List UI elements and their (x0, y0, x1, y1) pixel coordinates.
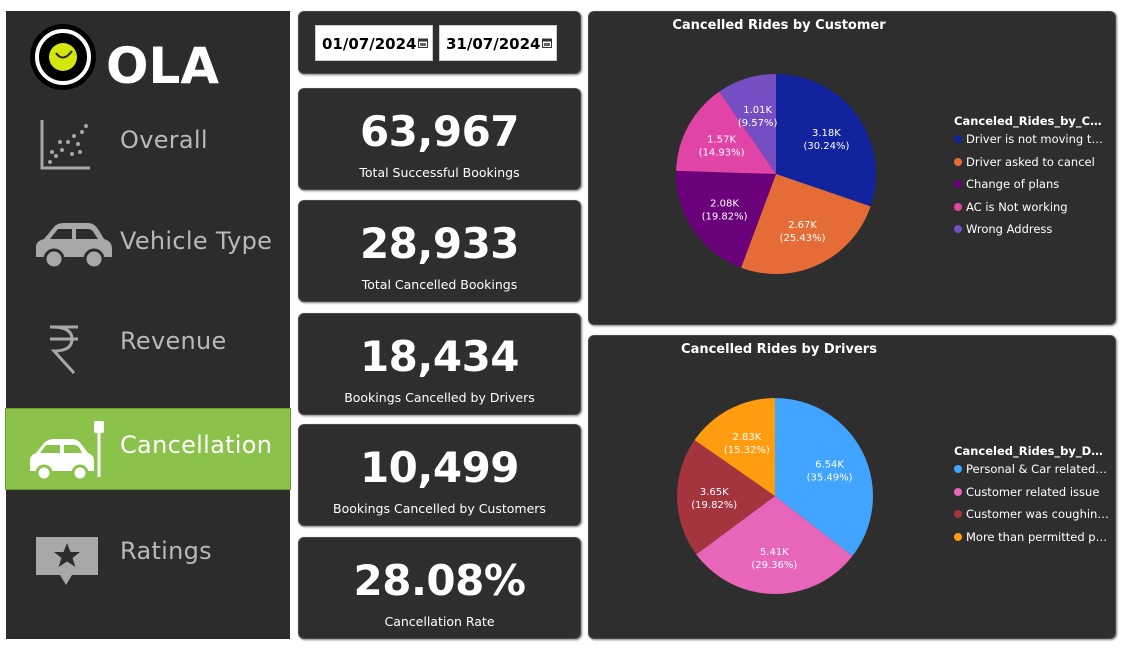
slice-percent-label: (19.82%) (702, 212, 748, 223)
kpi-label: Total Cancelled Bookings (361, 277, 518, 292)
chart-legend: Canceled_Rides_by_Custo... Driver is not… (954, 114, 1109, 241)
ola-logo: OLA (30, 24, 219, 93)
legend-label: More than permitted pe... (966, 529, 1109, 544)
car-icon (36, 223, 112, 270)
legend-item[interactable]: More than permitted pe... (954, 526, 1109, 549)
legend-label: AC is Not working (966, 199, 1068, 214)
slice-value-label: 6.54K (815, 459, 844, 470)
slice-value-label: 2.83K (732, 432, 761, 443)
legend-label: Customer was coughing... (966, 507, 1109, 521)
calendar-icon[interactable] (542, 38, 552, 48)
legend-swatch (954, 465, 962, 473)
legend-label: Customer related issue (966, 484, 1100, 499)
legend-label: Personal & Car related i... (966, 462, 1109, 476)
chart-cancelled-by-customer: Cancelled Rides by Customer 3.18K (30.24%… (588, 11, 1116, 325)
slice-percent-label: (19.82%) (691, 500, 737, 511)
kpi-label: Bookings Cancelled by Drivers (344, 390, 535, 405)
kpi-value: 18,434 (359, 332, 520, 381)
legend-label: Change of plans (966, 177, 1060, 191)
sidebar-item-cancellation[interactable]: Cancellation (5, 408, 291, 490)
star-rating-icon (36, 537, 98, 585)
legend-swatch (954, 180, 962, 188)
kpi-card-cancellation-rate: 28.08% Cancellation Rate (298, 537, 581, 639)
chart-legend: Canceled_Rides_by_Driver Personal & Car … (954, 444, 1109, 548)
kpi-card-cancelled-by-customers: 10,499 Bookings Cancelled by Customers (298, 424, 581, 526)
legend-label: Driver is not moving to... (966, 132, 1109, 146)
legend-title: Canceled_Rides_by_Custo... (954, 114, 1104, 128)
kpi-card-successful-bookings: 63,967 Total Successful Bookings (298, 88, 581, 190)
legend-item[interactable]: Driver is not moving to... (954, 128, 1109, 151)
sidebar-item-label: Cancellation (120, 431, 273, 459)
legend-swatch (954, 135, 962, 143)
legend-swatch (954, 487, 962, 496)
slice-value-label: 5.41K (760, 547, 789, 558)
end-date-input[interactable]: 31/07/2024 (439, 25, 557, 61)
slice-percent-label: (9.57%) (738, 118, 778, 129)
sidebar-item-label: Ratings (120, 537, 212, 565)
legend-item[interactable]: Customer related issue (954, 481, 1109, 504)
legend-title: Canceled_Rides_by_Driver (954, 444, 1104, 458)
slice-percent-label: (30.24%) (803, 141, 849, 152)
legend-item[interactable]: Driver asked to cancel (954, 151, 1109, 174)
legend-item[interactable]: AC is Not working (954, 196, 1109, 219)
legend-item[interactable]: Wrong Address (954, 218, 1109, 241)
sidebar-item-label: Overall (120, 126, 208, 154)
slice-percent-label: (25.43%) (780, 233, 826, 244)
legend-swatch (954, 157, 962, 166)
legend-item[interactable]: Change of plans (954, 173, 1109, 196)
kpi-value: 63,967 (359, 107, 520, 156)
slice-value-label: 2.67K (788, 220, 817, 231)
sidebar-item-label: Vehicle Type (120, 227, 273, 255)
sidebar: OLA Overall Vehicle Type Revenue Cancell… (5, 11, 291, 639)
chart-cancelled-by-drivers: Cancelled Rides by Drivers 6.54K (35.49%)… (588, 335, 1116, 639)
sidebar-item-overall[interactable]: Overall (6, 104, 290, 184)
slice-value-label: 2.08K (710, 199, 739, 210)
brand-name: OLA (106, 37, 219, 93)
slice-percent-label: (15.32%) (724, 445, 770, 456)
slice-value-label: 1.01K (743, 105, 772, 116)
rupee-icon (50, 325, 78, 375)
slice-percent-label: (29.36%) (751, 560, 797, 571)
kpi-value: 10,499 (359, 443, 520, 492)
sidebar-item-ratings[interactable]: Ratings (6, 515, 290, 595)
legend-swatch (954, 510, 962, 518)
sidebar-item-vehicle-type[interactable]: Vehicle Type (6, 205, 290, 285)
kpi-label: Total Successful Bookings (359, 165, 520, 180)
end-date-value: 31/07/2024 (446, 35, 541, 53)
sidebar-item-label: Revenue (120, 327, 227, 355)
kpi-card-cancelled-bookings: 28,933 Total Cancelled Bookings (298, 200, 581, 302)
car-cancellation-icon (30, 421, 104, 481)
legend-item[interactable]: Personal & Car related i... (954, 458, 1109, 481)
legend-label: Wrong Address (966, 222, 1053, 236)
legend-swatch (954, 202, 962, 211)
slice-value-label: 1.57K (707, 134, 736, 145)
kpi-label: Cancellation Rate (384, 614, 495, 629)
date-range-filter: 01/07/2024 31/07/2024 (298, 11, 581, 74)
legend-item[interactable]: Customer was coughing... (954, 503, 1109, 526)
calendar-icon[interactable] (418, 38, 428, 48)
start-date-value: 01/07/2024 (322, 35, 417, 53)
sidebar-item-revenue[interactable]: Revenue (6, 305, 290, 385)
kpi-value: 28,933 (359, 219, 520, 268)
scatter-plot-icon (40, 120, 90, 170)
slice-percent-label: (35.49%) (807, 472, 853, 483)
slice-percent-label: (14.93%) (699, 147, 745, 158)
kpi-label: Bookings Cancelled by Customers (333, 501, 546, 516)
start-date-input[interactable]: 01/07/2024 (315, 25, 433, 61)
legend-swatch (954, 532, 962, 541)
kpi-card-cancelled-by-drivers: 18,434 Bookings Cancelled by Drivers (298, 313, 581, 415)
kpi-value: 28.08% (353, 556, 526, 605)
slice-value-label: 3.18K (812, 128, 841, 139)
slice-value-label: 3.65K (700, 487, 729, 498)
legend-swatch (954, 225, 962, 233)
legend-label: Driver asked to cancel (966, 154, 1095, 169)
